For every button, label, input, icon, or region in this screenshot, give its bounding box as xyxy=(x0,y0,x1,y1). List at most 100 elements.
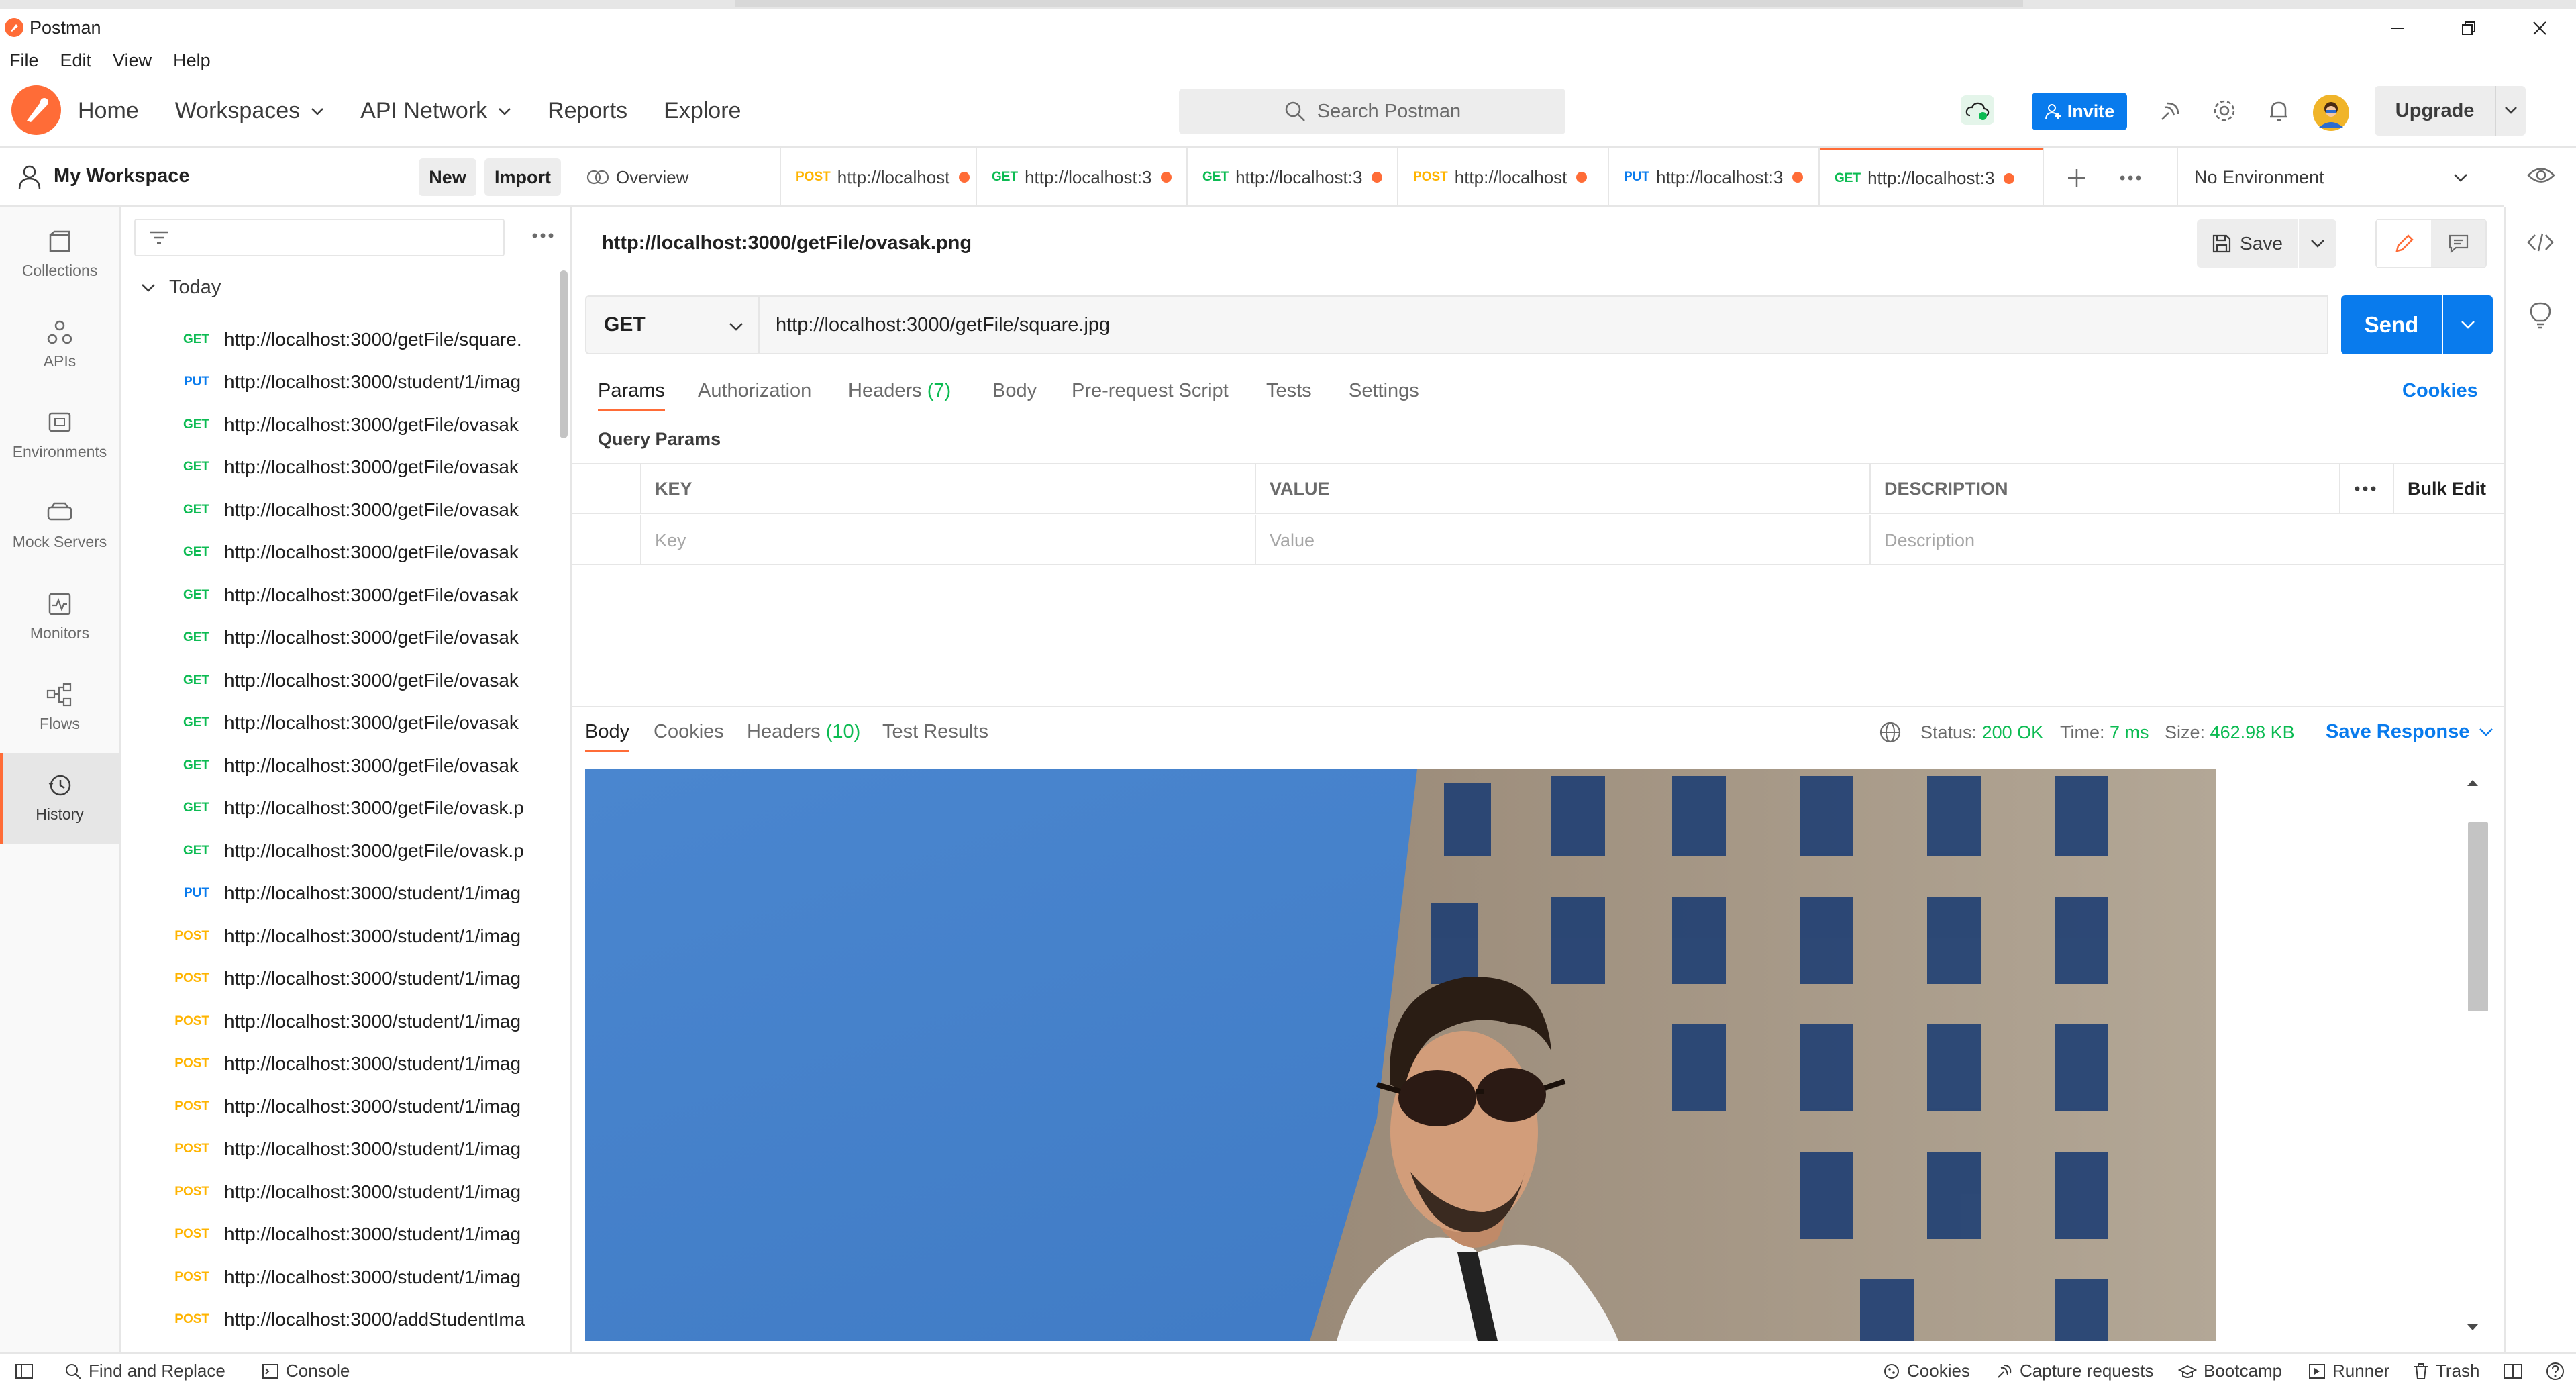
two-pane-layout-icon[interactable] xyxy=(2503,1363,2523,1379)
minimize-button[interactable] xyxy=(2377,13,2418,43)
sidebar-item-monitors[interactable]: Monitors xyxy=(0,572,119,662)
params-description-input[interactable]: Description xyxy=(1871,515,2504,565)
request-tab[interactable]: PUT http://localhost:3 xyxy=(1609,148,1820,207)
request-tab[interactable]: POST http://localhost xyxy=(1398,148,1609,207)
history-item[interactable]: POST http://localhost:3000/student/1/imag xyxy=(121,1043,550,1085)
menu-edit[interactable]: Edit xyxy=(60,50,92,71)
response-tab-cookies[interactable]: Cookies xyxy=(654,721,724,743)
code-snippet-icon[interactable] xyxy=(2527,232,2554,252)
history-item[interactable]: GET http://localhost:3000/getFile/ovasak xyxy=(121,574,550,616)
upgrade-button[interactable]: Upgrade xyxy=(2375,86,2526,136)
response-tab-headers[interactable]: Headers (10) xyxy=(747,721,860,743)
sidebar-item-flows[interactable]: Flows xyxy=(0,662,119,753)
more-options-icon[interactable] xyxy=(531,232,554,239)
request-tab[interactable]: GET http://localhost:3 xyxy=(1188,148,1398,207)
request-tab-headers[interactable]: Headers (7) xyxy=(848,380,951,402)
history-item[interactable]: POST http://localhost:3000/student/1/imag xyxy=(121,1256,550,1298)
close-button[interactable] xyxy=(2520,13,2560,43)
cookies-link[interactable]: Cookies xyxy=(2402,380,2478,402)
request-tab[interactable]: POST http://localhost xyxy=(781,148,977,207)
request-title[interactable]: http://localhost:3000/getFile/ovasak.png xyxy=(602,232,972,254)
sidebar-item-collections[interactable]: Collections xyxy=(0,209,119,300)
params-key-input[interactable]: Key xyxy=(641,515,1256,565)
request-tab-authorization[interactable]: Authorization xyxy=(698,380,811,402)
history-item[interactable]: POST http://localhost:3000/student/1/imag xyxy=(121,1000,550,1042)
sidebar-item-environments[interactable]: Environments xyxy=(0,391,119,481)
menu-file[interactable]: File xyxy=(9,50,39,71)
request-tab-params[interactable]: Params xyxy=(598,380,665,411)
history-item[interactable]: POST http://localhost:3000/student/1/imag xyxy=(121,915,550,957)
save-response-button[interactable]: Save Response xyxy=(2326,721,2493,743)
save-options-dropdown[interactable] xyxy=(2299,219,2336,268)
history-item[interactable]: GET http://localhost:3000/getFile/ovasak xyxy=(121,659,550,701)
send-button[interactable]: Send xyxy=(2341,295,2442,354)
toggle-sidebar-icon[interactable] xyxy=(15,1363,34,1379)
history-item[interactable]: GET http://localhost:3000/getFile/ovasak xyxy=(121,403,550,446)
nav-workspaces[interactable]: Workspaces xyxy=(175,98,324,124)
history-scrollbar[interactable] xyxy=(560,270,568,438)
request-tab-settings[interactable]: Settings xyxy=(1349,380,1419,402)
statusbar-cookies-button[interactable]: Cookies xyxy=(1883,1360,1970,1381)
import-button[interactable]: Import xyxy=(484,158,561,196)
history-item[interactable]: POST http://localhost:3000/student/1/imag xyxy=(121,1171,550,1213)
trash-button[interactable]: Trash xyxy=(2413,1360,2480,1381)
history-item[interactable]: POST http://localhost:3000/student/1/imag xyxy=(121,1085,550,1128)
history-item[interactable]: GET http://localhost:3000/getFile/ovasak xyxy=(121,744,550,787)
history-item[interactable]: GET http://localhost:3000/getFile/ovasak xyxy=(121,617,550,659)
menu-view[interactable]: View xyxy=(113,50,152,71)
scroll-down-arrow-icon[interactable] xyxy=(2467,1324,2479,1332)
nav-api-network[interactable]: API Network xyxy=(360,98,511,124)
request-tab-tests[interactable]: Tests xyxy=(1266,380,1312,402)
settings-gear-icon[interactable] xyxy=(2212,98,2237,123)
console-button[interactable]: Console xyxy=(262,1360,350,1381)
environment-quick-look-eye-icon[interactable] xyxy=(2527,165,2555,185)
nav-home[interactable]: Home xyxy=(78,98,139,124)
history-item[interactable]: PUT http://localhost:3000/student/1/imag xyxy=(121,361,550,403)
nav-reports[interactable]: Reports xyxy=(548,98,627,124)
maximize-button[interactable] xyxy=(2449,13,2489,43)
runner-button[interactable]: Runner xyxy=(2308,1360,2389,1381)
history-item[interactable]: POST http://localhost:3000/student/1/imag xyxy=(121,1128,550,1171)
help-icon[interactable] xyxy=(2546,1362,2565,1381)
capture-requests-button[interactable]: Capture requests xyxy=(1996,1360,2153,1381)
request-tab[interactable]: GET http://localhost:3 xyxy=(977,148,1188,207)
lightbulb-icon[interactable] xyxy=(2530,302,2551,329)
save-button[interactable]: Save xyxy=(2197,219,2298,268)
bulk-edit-button[interactable]: Bulk Edit xyxy=(2394,464,2504,514)
new-tab-plus-icon[interactable] xyxy=(2067,168,2087,188)
menu-help[interactable]: Help xyxy=(173,50,211,71)
request-tab[interactable]: GET http://localhost:3 xyxy=(1820,148,2044,207)
send-options-dropdown[interactable] xyxy=(2443,295,2493,354)
response-divider[interactable] xyxy=(572,706,2504,707)
history-item[interactable]: POST http://localhost:3000/addStudentIma xyxy=(121,1299,550,1341)
history-filter-input[interactable] xyxy=(134,219,505,256)
tab-options-icon[interactable] xyxy=(2119,175,2142,181)
url-input[interactable]: http://localhost:3000/getFile/square.jpg xyxy=(760,295,2328,354)
edit-mode-button[interactable] xyxy=(2377,220,2431,267)
sidebar-item-mock-servers[interactable]: Mock Servers xyxy=(0,481,119,572)
method-select[interactable]: GET xyxy=(585,295,760,354)
history-item[interactable]: GET http://localhost:3000/getFile/ovasak xyxy=(121,532,550,574)
history-item[interactable]: POST http://localhost:3000/student/1/imag xyxy=(121,1213,550,1256)
tab-overview[interactable]: Overview xyxy=(572,148,781,207)
find-replace-button[interactable]: Find and Replace xyxy=(64,1360,225,1381)
history-item[interactable]: PUT http://localhost:3000/student/1/imag xyxy=(121,873,550,915)
environment-select[interactable]: No Environment xyxy=(2177,148,2477,207)
response-tab-test-results[interactable]: Test Results xyxy=(882,721,988,743)
params-options-button[interactable] xyxy=(2340,464,2394,514)
user-avatar[interactable] xyxy=(2312,94,2350,132)
satellite-icon[interactable] xyxy=(2158,99,2182,123)
sidebar-item-history[interactable]: History xyxy=(0,753,119,844)
scroll-up-arrow-icon[interactable] xyxy=(2467,779,2479,787)
history-item[interactable]: GET http://localhost:3000/getFile/ovasak xyxy=(121,489,550,531)
history-item[interactable]: GET http://localhost:3000/getFile/ovask.p xyxy=(121,787,550,830)
request-tab-pre-request-script[interactable]: Pre-request Script xyxy=(1072,380,1229,402)
history-item[interactable]: POST http://localhost:3000/student/1/imag xyxy=(121,958,550,1000)
response-size[interactable]: Size: 462.98 KB xyxy=(2165,722,2295,743)
params-value-input[interactable]: Value xyxy=(1256,515,1871,565)
notifications-bell-icon[interactable] xyxy=(2267,98,2291,123)
response-tab-body[interactable]: Body xyxy=(585,721,630,752)
comments-mode-button[interactable] xyxy=(2431,220,2485,267)
response-time[interactable]: Time: 7 ms xyxy=(2060,722,2149,743)
request-tab-body[interactable]: Body xyxy=(992,380,1037,402)
